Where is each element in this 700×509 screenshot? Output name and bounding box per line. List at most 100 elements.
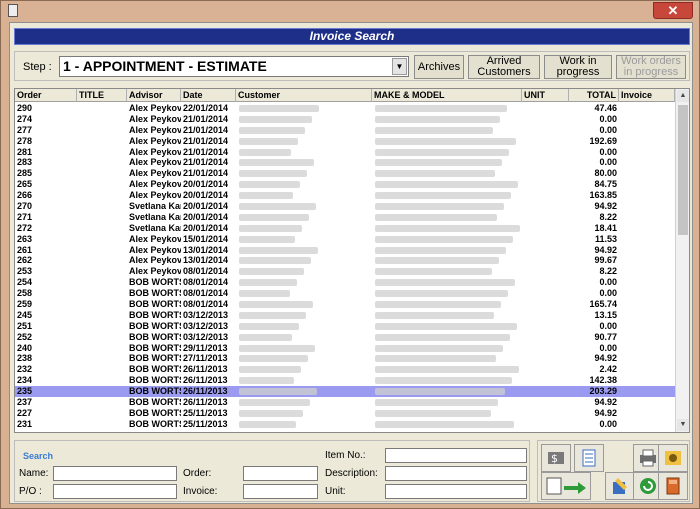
- cell-date: 29/11/2013: [183, 342, 228, 353]
- table-row[interactable]: 252 BOB WORTS 03/12/2013 90.77: [15, 332, 675, 343]
- cell-date: 20/01/2014: [183, 211, 229, 222]
- table-row[interactable]: 245 BOB WORTS 03/12/2013 13.15: [15, 310, 675, 321]
- column-header-total[interactable]: TOTAL: [569, 89, 619, 102]
- table-row[interactable]: 232 BOB WORTS 26/11/2013 2.42: [15, 364, 675, 375]
- table-row[interactable]: 266 Alex Peykov 20/01/2014 163.85: [15, 190, 675, 201]
- column-header-invoice[interactable]: Invoice: [619, 89, 675, 102]
- column-header-advisor[interactable]: Advisor: [127, 89, 181, 102]
- table-row[interactable]: 259 BOB WORTS 08/01/2014 165.74: [15, 299, 675, 310]
- table-row[interactable]: 277 Alex Peykov 21/01/2014 0.00: [15, 125, 675, 136]
- redacted-make-model: [375, 322, 517, 330]
- column-header-make-model[interactable]: MAKE & MODEL: [372, 89, 522, 102]
- table-row[interactable]: 290 Alex Peykov 22/01/2014 47.46: [15, 103, 675, 114]
- notes-button[interactable]: [605, 472, 635, 500]
- column-header-order[interactable]: Order: [15, 89, 77, 102]
- edit-button[interactable]: [541, 472, 591, 500]
- table-row[interactable]: 262 Alex Peykov 13/01/2014 99.67: [15, 255, 675, 266]
- table-row[interactable]: 258 BOB WORTS 08/01/2014 0.00: [15, 288, 675, 299]
- cell-advisor: Alex Peykov: [129, 255, 181, 266]
- table-row[interactable]: 237 BOB WORTS 26/11/2013 94.92: [15, 397, 675, 408]
- table-row[interactable]: 261 Alex Peykov 13/01/2014 94.92: [15, 245, 675, 256]
- redacted-make-model: [375, 257, 499, 265]
- cell-advisor: BOB WORTS: [129, 342, 181, 353]
- cell-total: 163.85: [589, 190, 617, 201]
- cell-date: 08/01/2014: [183, 277, 229, 288]
- cell-date: 26/11/2013: [183, 375, 228, 386]
- table-row[interactable]: 231 BOB WORTS 25/11/2013 0.00: [15, 419, 675, 430]
- cell-order: 238: [17, 353, 33, 364]
- description-input[interactable]: [385, 466, 527, 481]
- cell-date: 21/01/2014: [183, 113, 229, 124]
- step-dropdown[interactable]: 1 - APPOINTMENT - ESTIMATE ▼: [59, 56, 409, 77]
- table-row[interactable]: 281 Alex Peykov 21/01/2014 0.00: [15, 147, 675, 158]
- table-row[interactable]: 274 Alex Peykov 21/01/2014 0.00: [15, 114, 675, 125]
- cell-total: 94.92: [594, 201, 617, 212]
- redacted-make-model: [375, 203, 504, 211]
- table-row[interactable]: 270 Svetlana Kan 20/01/2014 94.92: [15, 201, 675, 212]
- table-row[interactable]: 265 Alex Peykov 20/01/2014 84.75: [15, 179, 675, 190]
- cell-date: 21/01/2014: [183, 157, 229, 168]
- table-row[interactable]: 263 Alex Peykov 15/01/2014 11.53: [15, 234, 675, 245]
- redacted-customer: [239, 159, 314, 167]
- cell-date: 20/01/2014: [183, 222, 229, 233]
- redacted-customer: [239, 366, 301, 374]
- redacted-make-model: [375, 279, 515, 287]
- arrived-customers-button[interactable]: Arrived Customers: [468, 55, 540, 79]
- table-row[interactable]: 285 Alex Peykov 21/01/2014 80.00: [15, 168, 675, 179]
- orders-grid[interactable]: Order TITLE Advisor Date Customer MAKE &…: [14, 88, 690, 433]
- table-row[interactable]: 271 Svetlana Kan 20/01/2014 8.22: [15, 212, 675, 223]
- redacted-make-model: [375, 388, 505, 396]
- work-orders-in-progress-button[interactable]: Work orders in progress: [616, 55, 686, 79]
- item-no-input[interactable]: [385, 448, 527, 463]
- scroll-down-icon[interactable]: ▼: [677, 419, 689, 431]
- invoice-input[interactable]: [243, 484, 318, 499]
- po-label: P/O :: [19, 486, 42, 497]
- redacted-make-model: [375, 213, 497, 221]
- cell-total: 0.00: [599, 320, 617, 331]
- cell-total: 165.74: [589, 299, 617, 310]
- table-row[interactable]: 254 BOB WORTS 08/01/2014 0.00: [15, 277, 675, 288]
- table-row[interactable]: 235 BOB WORTS 26/11/2013 203.29: [15, 386, 675, 398]
- unit-input[interactable]: [385, 484, 527, 499]
- table-row[interactable]: 253 Alex Peykov 08/01/2014 8.22: [15, 266, 675, 277]
- work-in-progress-button[interactable]: Work in progress: [544, 55, 612, 79]
- po-input[interactable]: [53, 484, 177, 499]
- cell-date: 13/01/2014: [183, 255, 229, 266]
- cell-total: 90.77: [594, 331, 617, 342]
- table-row[interactable]: 278 Alex Peykov 21/01/2014 192.69: [15, 136, 675, 147]
- column-header-unit[interactable]: UNIT: [522, 89, 569, 102]
- redacted-make-model: [375, 126, 493, 134]
- redacted-customer: [239, 181, 300, 189]
- column-header-customer[interactable]: Customer: [236, 89, 372, 102]
- chevron-down-icon[interactable]: ▼: [392, 58, 407, 75]
- cell-advisor: BOB WORTS: [129, 397, 181, 408]
- vertical-scrollbar[interactable]: ▲ ▼: [675, 89, 689, 432]
- table-row[interactable]: 283 Alex Peykov 21/01/2014 0.00: [15, 157, 675, 168]
- cell-order: 259: [17, 299, 33, 310]
- cell-date: 20/01/2014: [183, 201, 229, 212]
- action-panel: $: [537, 440, 690, 502]
- name-label: Name:: [19, 468, 49, 479]
- cell-order: 227: [17, 407, 33, 418]
- document-button[interactable]: [574, 444, 604, 472]
- table-row[interactable]: 251 BOB WORTS 03/12/2013 0.00: [15, 321, 675, 332]
- close-button[interactable]: ✕: [653, 2, 693, 19]
- table-row[interactable]: 240 BOB WORTS 29/11/2013 0.00: [15, 343, 675, 354]
- cell-date: 26/11/2013: [183, 364, 228, 375]
- cell-total: 94.92: [594, 353, 617, 364]
- order-input[interactable]: [243, 466, 318, 481]
- table-row[interactable]: 238 BOB WORTS 27/11/2013 94.92: [15, 353, 675, 364]
- scrollbar-thumb[interactable]: [678, 105, 688, 235]
- archives-button[interactable]: Archives: [414, 55, 464, 79]
- table-row[interactable]: 272 Svetlana Kan 20/01/2014 18.41: [15, 223, 675, 234]
- column-header-title[interactable]: TITLE: [77, 89, 127, 102]
- exit-button[interactable]: [658, 472, 688, 500]
- cell-total: 0.00: [599, 288, 617, 299]
- settings-button[interactable]: [658, 444, 688, 472]
- scroll-up-icon[interactable]: ▲: [677, 90, 689, 102]
- cash-register-button[interactable]: $: [541, 444, 571, 472]
- table-row[interactable]: 227 BOB WORTS 25/11/2013 94.92: [15, 408, 675, 419]
- table-row[interactable]: 234 BOB WORTS 26/11/2013 142.38: [15, 375, 675, 386]
- name-input[interactable]: [53, 466, 177, 481]
- column-header-date[interactable]: Date: [181, 89, 236, 102]
